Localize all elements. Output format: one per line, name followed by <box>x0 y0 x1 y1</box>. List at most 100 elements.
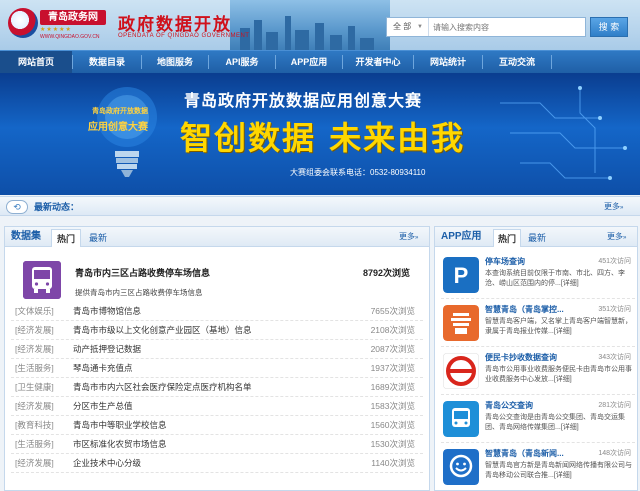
dataset-views: 1530次浏览 <box>370 439 415 449</box>
app-detail-link[interactable]: [详细] <box>554 376 572 383</box>
banner-slogan: 智创数据 未来由我 <box>180 119 466 157</box>
bus-icon <box>443 401 479 437</box>
tab-apps-hot[interactable]: 热门 <box>493 229 521 247</box>
smiley-chat-icon <box>443 449 479 485</box>
dataset-name[interactable]: 琴岛通卡充值点 <box>73 359 133 378</box>
table-row[interactable]: [生活服务] 市区标准化农贸市场信息 1530次浏览 <box>11 435 423 454</box>
table-row[interactable]: [经济发展] 分区市生产总值 1583次浏览 <box>11 397 423 416</box>
dataset-views: 2108次浏览 <box>370 325 415 335</box>
dataset-category: [经济发展] <box>15 344 54 354</box>
nav-item-app[interactable]: APP应用 <box>276 51 342 73</box>
banner-badge-line2: 应用创意大赛 <box>88 122 148 133</box>
app-detail-link[interactable]: [详细] <box>561 280 579 287</box>
tab-datasets-hot[interactable]: 热门 <box>51 229 81 247</box>
search-button[interactable]: 搜 索 <box>590 17 628 37</box>
logo-url: WWW.QINGDAO.GOV.CN <box>40 34 100 40</box>
dataset-category: [经济发展] <box>15 458 54 468</box>
dataset-name[interactable]: 分区市生产总值 <box>73 397 133 416</box>
logo-text: 青岛政务网 <box>40 10 106 25</box>
banner-badge-line1: 青岛政府开放数据 <box>92 108 148 115</box>
contest-banner[interactable]: 青岛政府开放数据 应用创意大赛 青岛政府开放数据应用创意大赛 智创数据 未来由我… <box>0 73 640 195</box>
datasets-panel: 数据集 热门 最新 更多» 青岛市内三区占路收费停车场信息 8792次浏览 提供… <box>4 226 430 491</box>
app-detail-link[interactable]: [详细] <box>554 328 572 335</box>
chevron-down-icon: ▼ <box>417 24 423 30</box>
news-more-link[interactable]: 更多» <box>604 197 623 218</box>
datasets-more-link[interactable]: 更多» <box>399 227 418 248</box>
table-row[interactable]: [生活服务] 琴岛通卡充值点 1937次浏览 <box>11 359 423 378</box>
nav-item-developer[interactable]: 开发者中心 <box>343 51 413 73</box>
table-row[interactable]: [文体娱乐] 青岛市博物馆信息 7655次浏览 <box>11 302 423 321</box>
bus-icon[interactable] <box>23 261 61 299</box>
app-views: 451次访问 <box>598 258 631 265</box>
app-detail-link[interactable]: [详细] <box>561 424 579 431</box>
dataset-name[interactable]: 市区标准化农贸市场信息 <box>73 435 167 454</box>
table-row[interactable]: [经济发展] 动产抵押登记数据 2087次浏览 <box>11 340 423 359</box>
tab-datasets-latest[interactable]: 最新 <box>83 229 113 247</box>
tab-apps-latest[interactable]: 最新 <box>523 229 551 247</box>
dataset-views: 2087次浏览 <box>370 344 415 354</box>
nav-item-statistics[interactable]: 网站统计 <box>414 51 482 73</box>
datasets-title: 数据集 <box>11 231 41 242</box>
featured-dataset-desc: 提供青岛市内三区占路收费停车场信息 <box>75 288 203 297</box>
site-logo[interactable]: 青岛政务网 ★★★★★ WWW.QINGDAO.GOV.CN <box>8 8 108 42</box>
nav-item-home[interactable]: 网站首页 <box>0 51 72 73</box>
featured-dataset-name[interactable]: 青岛市内三区占路收费停车场信息 <box>75 266 210 279</box>
app-desc: 本查询系统目前仅限于市南、市北、四方、李沧、崂山区范围内的停...[详细] <box>485 269 633 289</box>
list-item[interactable]: 青岛公交查询 281次访问 青岛公交查询是由青岛公交集团、青岛交运集团、青岛网络… <box>441 397 635 443</box>
double-chevron-right-icon: » <box>623 235 627 241</box>
table-row[interactable]: [卫生健康] 青岛市市内六区社会医疗保险定点医疗机构名单 1689次浏览 <box>11 378 423 397</box>
nav-item-interaction[interactable]: 互动交流 <box>483 51 551 73</box>
dataset-category: [生活服务] <box>15 363 54 373</box>
app-desc: 青岛市公用事业收费服务便民卡由青岛市公用事业收费服务中心发放...[详细] <box>485 365 633 385</box>
app-name[interactable]: 智慧青岛（青岛新闻... <box>485 448 564 459</box>
svg-text:P: P <box>454 263 469 288</box>
dataset-name[interactable]: 青岛市中等职业学校信息 <box>73 416 167 435</box>
app-name[interactable]: 停车场查询 <box>485 256 525 267</box>
table-row[interactable]: [经济发展] 企业技术中心分级 1140次浏览 <box>11 454 423 473</box>
app-desc: 智慧青岛客户端，又名掌上青岛客户端智慧新，隶属于青岛报业传媒...[详细] <box>485 317 633 337</box>
dataset-views: 1140次浏览 <box>371 458 415 468</box>
dataset-name[interactable]: 青岛市市级以上文化创意产业园区（基地）信息 <box>73 321 252 340</box>
app-detail-link[interactable]: [详细] <box>554 472 572 479</box>
nav-item-map-service[interactable]: 地图服务 <box>142 51 208 73</box>
table-row[interactable]: [经济发展] 青岛市市级以上文化创意产业园区（基地）信息 2108次浏览 <box>11 321 423 340</box>
dataset-name[interactable]: 青岛市博物馆信息 <box>73 302 141 321</box>
list-item[interactable]: P 停车场查询 451次访问 本查询系统目前仅限于市南、市北、四方、李沧、崂山区… <box>441 253 635 299</box>
dataset-name[interactable]: 动产抵押登记数据 <box>73 340 141 359</box>
site-header: 青岛政务网 ★★★★★ WWW.QINGDAO.GOV.CN 政府数据开放 OP… <box>0 0 640 50</box>
app-views: 281次访问 <box>598 402 631 409</box>
search-scope-value: 全 部 <box>393 22 412 31</box>
featured-dataset-views: 8792次浏览 <box>363 268 411 278</box>
app-views: 343次访问 <box>598 354 631 361</box>
dataset-views: 7655次浏览 <box>370 306 415 316</box>
service-card-icon <box>443 353 479 389</box>
parking-icon: P <box>443 257 479 293</box>
dataset-name[interactable]: 青岛市市内六区社会医疗保险定点医疗机构名单 <box>73 378 252 397</box>
app-name[interactable]: 便民卡抄收数据查询 <box>485 352 557 363</box>
apps-title: APP应用 <box>441 231 482 242</box>
latest-news-label: 最新动态： <box>34 202 80 212</box>
nav-item-api-service[interactable]: API服务 <box>209 51 275 73</box>
app-name[interactable]: 青岛公交查询 <box>485 400 533 411</box>
app-views: 148次访问 <box>598 450 631 457</box>
search-input[interactable] <box>431 18 581 36</box>
apps-more-link[interactable]: 更多» <box>607 227 626 248</box>
app-desc-text: 本查询系统目前仅限于市南、市北、四方、李沧、崂山区范围内的停... <box>485 270 625 287</box>
latest-news-bar: ⟲ 最新动态： 更多» <box>0 196 640 216</box>
list-item[interactable]: 便民卡抄收数据查询 343次访问 青岛市公用事业收费服务便民卡由青岛市公用事业收… <box>441 349 635 395</box>
refresh-icon[interactable]: ⟲ <box>6 200 28 214</box>
double-chevron-right-icon: » <box>415 235 419 241</box>
dataset-views: 1560次浏览 <box>370 420 415 430</box>
search-scope-select[interactable]: 全 部 ▼ <box>387 18 429 36</box>
search-box: 全 部 ▼ <box>386 17 586 37</box>
list-item[interactable]: 智慧青岛（青岛新闻... 148次访问 智慧青岛官方新是青岛新闻网络传播有限公司… <box>441 445 635 491</box>
app-name[interactable]: 智慧青岛（青岛掌控... <box>485 304 564 315</box>
nav-item-data-catalog[interactable]: 数据目录 <box>73 51 141 73</box>
list-item[interactable]: 智慧青岛（青岛掌控... 351次访问 智慧青岛客户端，又名掌上青岛客户端智慧新… <box>441 301 635 347</box>
dataset-views: 1937次浏览 <box>370 363 415 373</box>
banner-contact: 大赛组委会联系电话：0532-80934110 <box>290 168 426 177</box>
apps-panel: APP应用 热门 最新 更多» P 停车场查询 451次访问 本查询系统目前仅限… <box>434 226 638 491</box>
main-nav: 网站首页 数据目录 地图服务 API服务 APP应用 开发者中心 网站统计 互动… <box>0 50 640 73</box>
table-row[interactable]: [教育科技] 青岛市中等职业学校信息 1560次浏览 <box>11 416 423 435</box>
dataset-name[interactable]: 企业技术中心分级 <box>73 454 141 473</box>
